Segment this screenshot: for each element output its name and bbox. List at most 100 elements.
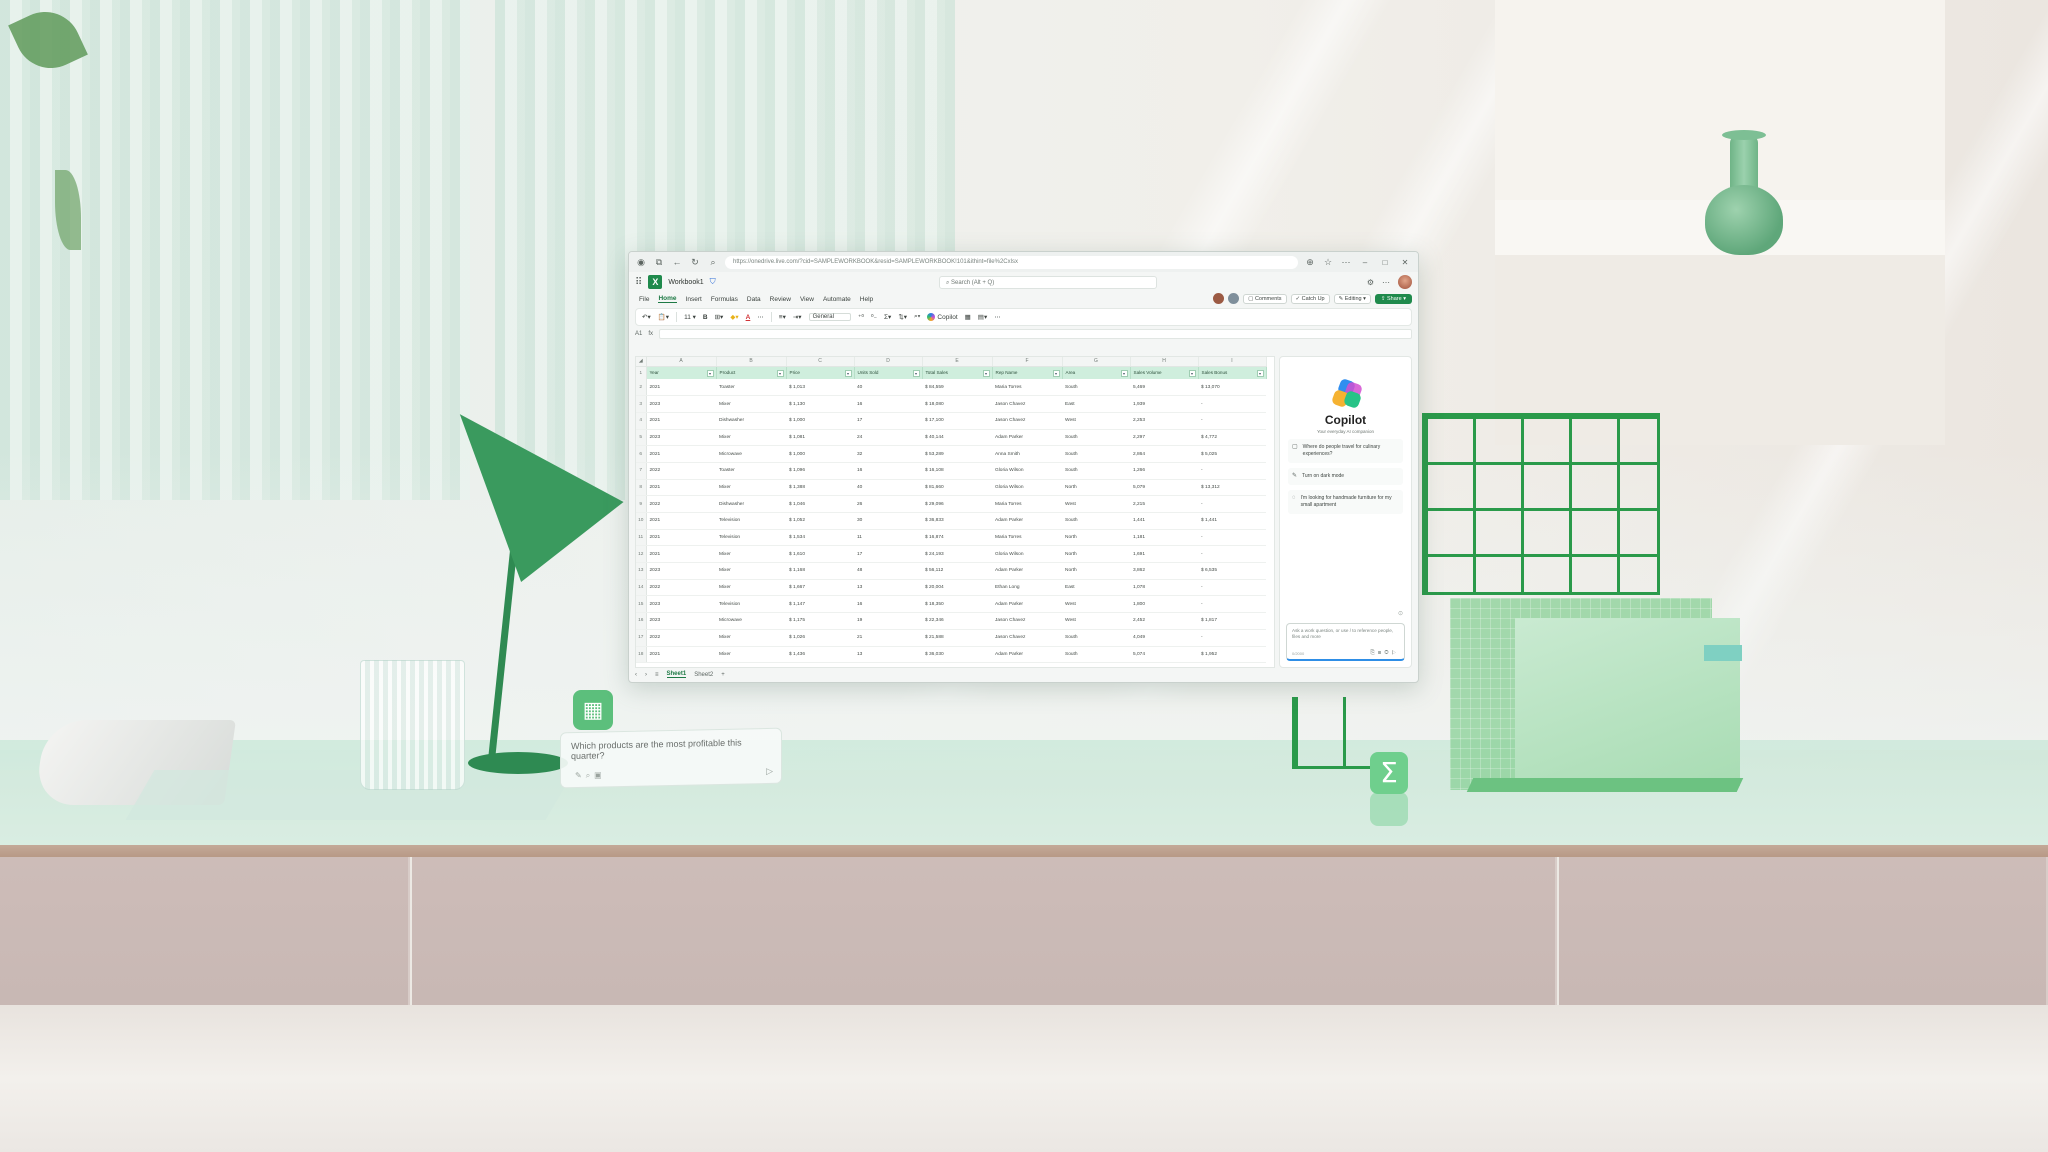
prev-sheet-icon[interactable]: ‹ xyxy=(635,672,637,678)
table-cell[interactable]: - xyxy=(1198,545,1266,564)
table-cell[interactable]: South xyxy=(1062,629,1130,647)
wrap-icon[interactable]: ⇥▾ xyxy=(793,313,802,321)
row-number[interactable]: 12 xyxy=(636,545,647,564)
table-cell[interactable]: 3,862 xyxy=(1130,562,1198,580)
pin-icon[interactable]: ⊙ xyxy=(1398,610,1403,617)
tabs-icon[interactable]: ⧉ xyxy=(653,257,665,268)
table-cell[interactable]: 2022 xyxy=(646,462,716,480)
table-cell[interactable]: 16 xyxy=(854,462,922,480)
table-cell[interactable]: Mixer xyxy=(716,646,786,664)
menu-insert[interactable]: Insert xyxy=(686,296,702,303)
table-cell[interactable]: $ 1,168 xyxy=(786,562,854,580)
menu-home[interactable]: Home xyxy=(658,295,677,303)
menu-file[interactable]: File xyxy=(639,296,649,303)
excel-logo-icon[interactable]: X xyxy=(648,275,663,289)
table-cell[interactable]: Adam Parker xyxy=(992,512,1062,530)
table-cell[interactable]: $ 1,000 xyxy=(786,445,854,463)
table-cell[interactable]: 2023 xyxy=(646,429,716,447)
table-cell[interactable]: 4,049 xyxy=(1130,629,1198,647)
column-header[interactable]: I xyxy=(1198,357,1267,367)
avatar[interactable] xyxy=(1398,275,1412,289)
table-cell[interactable]: $ 13,312 xyxy=(1198,479,1266,497)
table-cell[interactable]: Adam Parker xyxy=(992,595,1062,614)
row-number[interactable]: 8 xyxy=(636,479,647,497)
table-cell[interactable]: 13 xyxy=(854,646,922,664)
table-cell[interactable]: Jason Chavez xyxy=(992,612,1062,630)
table-cell[interactable]: Microwave xyxy=(716,445,786,463)
more-icon[interactable]: ⋯ xyxy=(994,313,1001,321)
table-cell[interactable]: 17 xyxy=(854,545,922,564)
row-number[interactable]: 1 xyxy=(636,366,647,379)
filter-dropdown-icon[interactable]: ▾ xyxy=(706,369,714,377)
table-cell[interactable]: $ 1,147 xyxy=(786,595,854,614)
table-cell[interactable]: 5,079 xyxy=(1130,479,1198,497)
refresh-icon[interactable]: ↻ xyxy=(689,257,701,268)
table-header-cell[interactable]: Price ▾ xyxy=(786,366,855,379)
table-cell[interactable]: 16 xyxy=(854,595,922,614)
table-cell[interactable]: 1,181 xyxy=(1130,529,1198,547)
filter-dropdown-icon[interactable]: ▾ xyxy=(982,369,990,377)
table-cell[interactable]: Gloria Wilson xyxy=(992,462,1062,480)
table-cell[interactable]: $ 4,772 xyxy=(1198,429,1266,447)
column-header[interactable]: E xyxy=(922,357,993,367)
decimal-increase-icon[interactable]: ⁺⁰ xyxy=(858,313,864,321)
table-cell[interactable]: $ 22,346 xyxy=(922,612,992,630)
table-cell[interactable]: $ 1,081 xyxy=(786,429,854,447)
table-cell[interactable]: Mixer xyxy=(716,429,786,447)
app-launcher-icon[interactable]: ⠿ xyxy=(635,277,642,288)
table-cell[interactable]: 40 xyxy=(854,379,922,397)
share-button[interactable]: ⇪ Share ▾ xyxy=(1374,293,1412,304)
table-cell[interactable]: 21 xyxy=(854,629,922,647)
table-cell[interactable]: 1,939 xyxy=(1130,395,1198,413)
fx-icon[interactable]: fx xyxy=(648,331,653,337)
more-icon[interactable]: ⋯ xyxy=(1382,278,1390,287)
filter-dropdown-icon[interactable]: ▾ xyxy=(912,369,920,377)
table-cell[interactable]: Adam Parker xyxy=(992,562,1062,580)
table-header-cell[interactable]: Area ▾ xyxy=(1062,366,1131,379)
table-cell[interactable]: $ 1,817 xyxy=(1198,612,1266,630)
table-cell[interactable]: $ 6,535 xyxy=(1198,562,1266,580)
table-cell[interactable]: $ 1,436 xyxy=(786,646,854,664)
column-header[interactable]: H xyxy=(1130,357,1199,367)
minimize-icon[interactable]: – xyxy=(1358,258,1372,267)
fill-color-icon[interactable]: ◆▾ xyxy=(730,313,738,321)
formula-input[interactable] xyxy=(659,329,1412,339)
table-cell[interactable]: - xyxy=(1198,412,1266,430)
more-icon[interactable]: ⋯ xyxy=(1340,257,1352,268)
table-cell[interactable]: 2,253 xyxy=(1130,412,1198,430)
tab-sheet1[interactable]: Sheet1 xyxy=(666,671,687,678)
row-number[interactable]: 7 xyxy=(636,462,647,480)
table-cell[interactable]: 2,215 xyxy=(1130,495,1198,513)
table-cell[interactable]: Dishwasher xyxy=(716,412,786,430)
catchup-button[interactable]: ✓ Catch Up xyxy=(1290,293,1330,304)
table-cell[interactable]: Gloria Wilson xyxy=(992,479,1062,497)
copilot-input[interactable]: Ask a work question, or use / to referen… xyxy=(1286,623,1405,661)
table-cell[interactable]: $ 81,660 xyxy=(922,479,992,497)
table-cell[interactable]: Television xyxy=(716,529,786,547)
table-cell[interactable]: West xyxy=(1062,495,1130,513)
number-format-select[interactable]: General xyxy=(808,313,851,321)
table-cell[interactable]: $ 16,108 xyxy=(922,462,992,480)
table-cell[interactable]: Television xyxy=(716,595,786,614)
table-cell[interactable]: Mixer xyxy=(716,545,786,564)
column-header[interactable]: D xyxy=(854,357,923,367)
row-number[interactable]: 18 xyxy=(636,646,647,664)
table-cell[interactable]: 32 xyxy=(854,445,922,463)
table-cell[interactable]: $ 5,025 xyxy=(1198,445,1266,463)
workbook-name[interactable]: Workbook1 xyxy=(668,279,703,286)
table-cell[interactable]: $ 1,441 xyxy=(1198,512,1266,530)
menu-view[interactable]: View xyxy=(800,296,814,303)
table-cell[interactable]: $ 1,610 xyxy=(786,545,854,564)
decimal-decrease-icon[interactable]: ⁰₋ xyxy=(871,313,877,321)
table-cell[interactable]: Toaster xyxy=(716,462,786,480)
table-cell[interactable]: 1,266 xyxy=(1130,462,1198,480)
back-icon[interactable]: ← xyxy=(671,257,683,267)
table-cell[interactable]: $ 36,030 xyxy=(922,646,992,664)
table-cell[interactable]: West xyxy=(1062,595,1130,614)
table-cell[interactable]: $ 18,080 xyxy=(922,395,992,413)
table-cell[interactable]: - xyxy=(1198,595,1266,614)
table-cell[interactable]: Ethan Long xyxy=(992,579,1062,597)
table-cell[interactable]: 2021 xyxy=(646,512,716,530)
collaborator-avatar[interactable] xyxy=(1228,293,1240,304)
column-header[interactable]: A xyxy=(646,357,717,367)
